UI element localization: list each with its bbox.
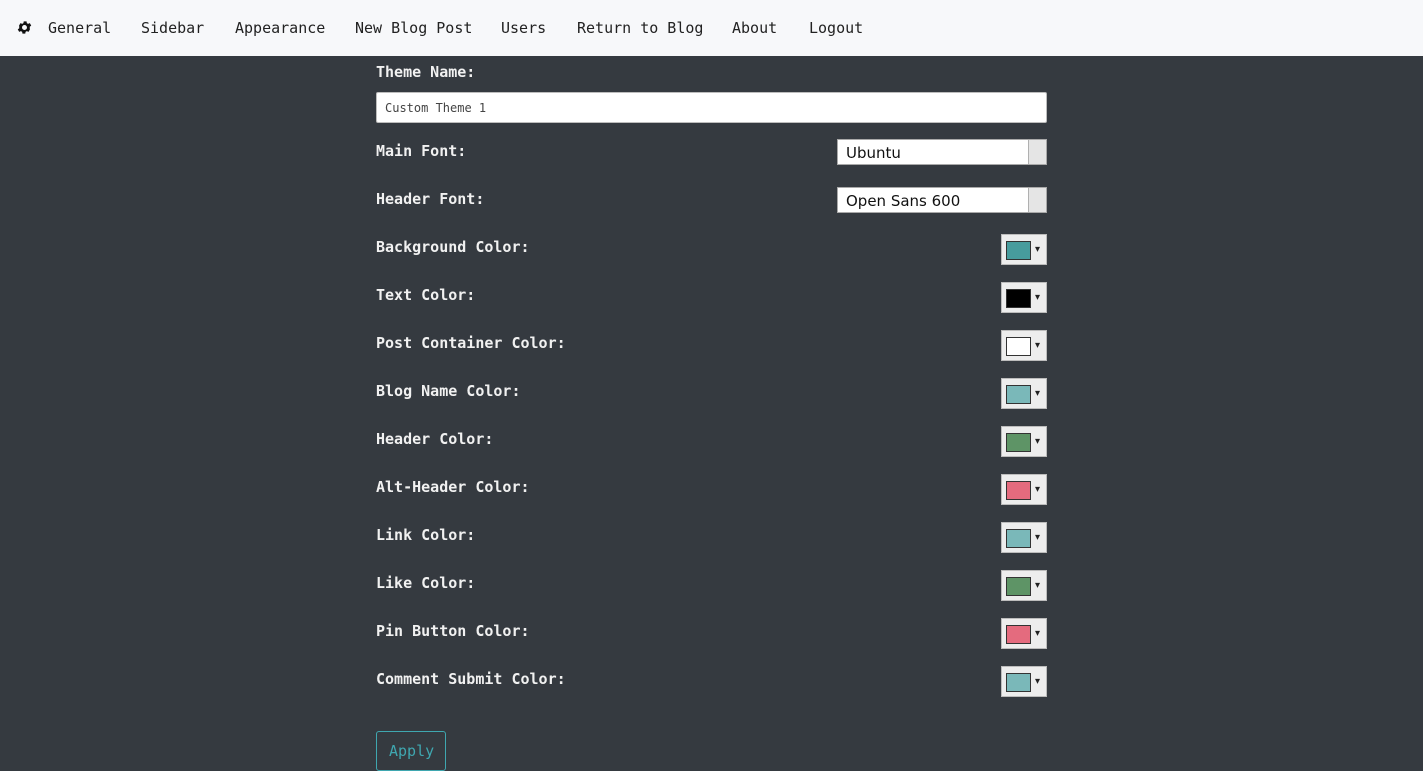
nav-sidebar[interactable]: Sidebar bbox=[141, 18, 204, 38]
nav-about[interactable]: About bbox=[732, 18, 777, 38]
color-picker-button[interactable]: ▾ bbox=[1001, 666, 1047, 697]
caret-down-icon: ▾ bbox=[1035, 628, 1041, 639]
nav-new-blog-post[interactable]: New Blog Post bbox=[355, 18, 472, 38]
color-label: Blog Name Color: bbox=[376, 382, 521, 400]
header-font-select[interactable]: Open Sans 600 bbox=[837, 187, 1047, 213]
color-label: Like Color: bbox=[376, 574, 476, 592]
color-swatch bbox=[1006, 241, 1031, 260]
gear-icon[interactable] bbox=[16, 19, 33, 36]
caret-down-icon: ▾ bbox=[1035, 340, 1041, 351]
apply-label: Apply bbox=[389, 742, 435, 760]
main-font-label: Main Font: bbox=[376, 142, 467, 160]
chevron-down-icon bbox=[1028, 188, 1046, 212]
caret-down-icon: ▾ bbox=[1035, 244, 1041, 255]
nav-users[interactable]: Users bbox=[501, 18, 546, 38]
caret-down-icon: ▾ bbox=[1035, 292, 1041, 303]
color-label: Background Color: bbox=[376, 238, 530, 256]
color-picker-button[interactable]: ▾ bbox=[1001, 426, 1047, 457]
caret-down-icon: ▾ bbox=[1035, 676, 1041, 687]
caret-down-icon: ▾ bbox=[1035, 388, 1041, 399]
caret-down-icon: ▾ bbox=[1035, 532, 1041, 543]
color-picker-button[interactable]: ▾ bbox=[1001, 618, 1047, 649]
nav-appearance[interactable]: Appearance bbox=[235, 18, 325, 38]
color-swatch bbox=[1006, 481, 1031, 500]
header-font-value: Open Sans 600 bbox=[846, 192, 961, 210]
nav-logout[interactable]: Logout bbox=[809, 18, 863, 38]
color-swatch bbox=[1006, 289, 1031, 308]
chevron-down-icon bbox=[1028, 140, 1046, 164]
color-label: Alt-Header Color: bbox=[376, 478, 530, 496]
theme-name-input[interactable] bbox=[376, 92, 1047, 123]
color-picker-button[interactable]: ▾ bbox=[1001, 330, 1047, 361]
color-label: Link Color: bbox=[376, 526, 476, 544]
caret-down-icon: ▾ bbox=[1035, 580, 1041, 591]
caret-down-icon: ▾ bbox=[1035, 436, 1041, 447]
color-label: Pin Button Color: bbox=[376, 622, 530, 640]
color-picker-button[interactable]: ▾ bbox=[1001, 234, 1047, 265]
color-picker-button[interactable]: ▾ bbox=[1001, 474, 1047, 505]
color-swatch bbox=[1006, 385, 1031, 404]
color-label: Post Container Color: bbox=[376, 334, 566, 352]
header-font-label: Header Font: bbox=[376, 190, 485, 208]
top-nav-bar: General Sidebar Appearance New Blog Post… bbox=[0, 0, 1423, 56]
caret-down-icon: ▾ bbox=[1035, 484, 1041, 495]
nav-general[interactable]: General bbox=[48, 18, 111, 38]
color-swatch bbox=[1006, 529, 1031, 548]
main-font-select[interactable]: Ubuntu bbox=[837, 139, 1047, 165]
color-swatch bbox=[1006, 625, 1031, 644]
color-swatch bbox=[1006, 433, 1031, 452]
color-picker-button[interactable]: ▾ bbox=[1001, 570, 1047, 601]
color-picker-button[interactable]: ▾ bbox=[1001, 282, 1047, 313]
color-swatch bbox=[1006, 673, 1031, 692]
apply-button[interactable]: Apply bbox=[376, 731, 446, 771]
color-picker-button[interactable]: ▾ bbox=[1001, 378, 1047, 409]
color-label: Comment Submit Color: bbox=[376, 670, 566, 688]
color-picker-button[interactable]: ▾ bbox=[1001, 522, 1047, 553]
theme-name-label: Theme Name: bbox=[376, 63, 476, 81]
main-font-value: Ubuntu bbox=[846, 144, 901, 162]
color-swatch bbox=[1006, 337, 1031, 356]
color-label: Text Color: bbox=[376, 286, 476, 304]
color-label: Header Color: bbox=[376, 430, 494, 448]
color-swatch bbox=[1006, 577, 1031, 596]
nav-return-to-blog[interactable]: Return to Blog bbox=[577, 18, 703, 38]
